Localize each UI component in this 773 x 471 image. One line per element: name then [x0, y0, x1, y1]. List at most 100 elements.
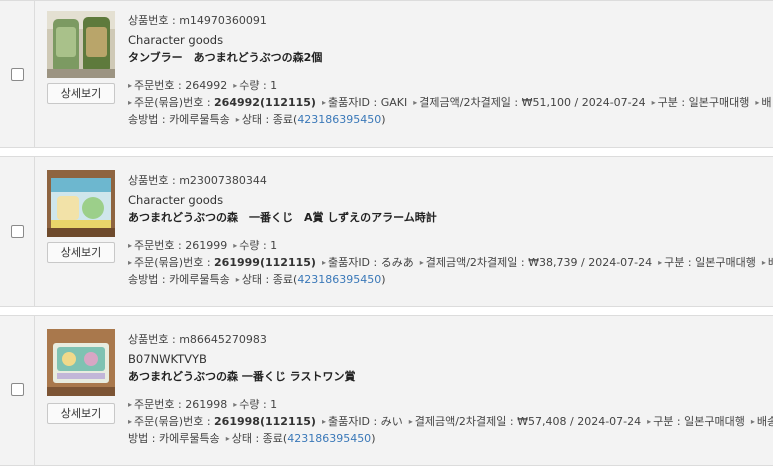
product-title[interactable]: あつまれどうぶつの森 一番くじ ラストワン賞: [128, 368, 767, 385]
checkbox-cell: [0, 157, 35, 306]
payment-amount: ₩51,100: [521, 96, 572, 109]
product-number-line: 상품번호 : m14970360091: [128, 12, 767, 29]
order-number-label: 주문번호 :: [134, 398, 186, 411]
seller-id: るみあ: [380, 256, 414, 269]
bundle-number-label: 주문(묶음)번호 :: [134, 415, 215, 428]
order-number: 261999: [185, 239, 228, 252]
separator: /: [571, 96, 582, 109]
seller-id: みい: [380, 415, 403, 428]
product-thumbnail[interactable]: [47, 11, 115, 78]
order-number: 261998: [185, 398, 228, 411]
quantity: 1: [270, 239, 278, 252]
status-label: 상태 :: [241, 113, 273, 126]
order-info: 상품번호 : m23007380344 Character goods あつまれ…: [128, 172, 773, 288]
product-number-line: 상품번호 : m86645270983: [128, 331, 767, 348]
seller-label: 출품자ID :: [327, 96, 381, 109]
paren: ): [381, 273, 386, 286]
bullet-icon: ▸: [128, 258, 133, 267]
paren: ): [381, 113, 386, 126]
order-row: 상세보기 상품번호 : m23007380344 Character goods…: [0, 156, 773, 307]
bullet-icon: ▸: [235, 275, 240, 284]
status-label: 상태 :: [231, 432, 263, 445]
bullet-icon: ▸: [321, 258, 326, 267]
payment-amount: ₩38,739: [528, 256, 578, 269]
detail-button[interactable]: 상세보기: [47, 242, 115, 263]
payment-label: 결제금액/2차결제일 :: [425, 256, 529, 269]
product-image: [47, 170, 115, 237]
checkbox-cell: [0, 316, 35, 465]
shipping-label: 송방법 :: [128, 113, 170, 126]
product-title[interactable]: あつまれどうぶつの森 一番くじ A賞 しずえのアラーム時計: [128, 209, 767, 226]
seller-id: GAKI: [380, 96, 408, 109]
order-number-line: ▸ 주문번호 : 264992 ▸ 수량 : 1: [128, 77, 767, 94]
bundle-number: 261999(112115): [214, 256, 316, 269]
bullet-icon: ▸: [408, 417, 413, 426]
quantity-label: 수량 :: [239, 79, 271, 92]
product-title[interactable]: タンブラー あつまれどうぶつの森2個: [128, 49, 767, 66]
separator: /: [566, 415, 578, 428]
bullet-icon: ▸: [128, 98, 133, 107]
bullet-icon: ▸: [750, 417, 755, 426]
shipping-method: 카에루물특송: [158, 432, 220, 445]
bullet-icon: ▸: [651, 98, 656, 107]
product-image: [47, 329, 115, 396]
shipping-label: 송방법 :: [128, 273, 170, 286]
bullet-icon: ▸: [233, 400, 238, 409]
product-number: m86645270983: [179, 333, 267, 346]
seller-label: 출품자ID :: [327, 415, 381, 428]
shipping-method: 카에루물특송: [169, 273, 230, 286]
payment-label: 결제금액/2차결제일 :: [414, 415, 518, 428]
product-thumbnail[interactable]: [47, 329, 115, 396]
order-type: 일본구매대행: [684, 415, 745, 428]
product-number-label: 상품번호 :: [128, 14, 180, 27]
payment-amount: ₩57,408: [517, 415, 567, 428]
detail-button[interactable]: 상세보기: [47, 403, 115, 424]
type-label: 구분 :: [657, 96, 689, 109]
bullet-icon: ▸: [128, 400, 133, 409]
order-number-label: 주문번호 :: [134, 239, 186, 252]
product-thumbnail[interactable]: [47, 170, 115, 237]
bullet-icon: ▸: [128, 241, 133, 250]
bullet-icon: ▸: [419, 258, 424, 267]
product-number-label: 상품번호 :: [128, 333, 180, 346]
shipping-method: 카에루물특송: [169, 113, 230, 126]
bullet-icon: ▸: [761, 258, 766, 267]
select-checkbox[interactable]: [11, 225, 24, 238]
order-info: 상품번호 : m86645270983 B07NWKTVYB あつまれどうぶつの…: [128, 331, 773, 447]
order-number: 264992: [185, 79, 228, 92]
tracking-link[interactable]: 423186395450: [297, 113, 381, 126]
bundle-number-label: 주문(묶음)번호 :: [134, 256, 215, 269]
select-checkbox[interactable]: [11, 68, 24, 81]
order-number-line: ▸ 주문번호 : 261999 ▸ 수량 : 1: [128, 237, 767, 254]
shipping-label-prefix: 배: [767, 256, 773, 269]
separator: /: [577, 256, 589, 269]
status-label: 상태 :: [241, 273, 273, 286]
select-checkbox[interactable]: [11, 383, 24, 396]
quantity: 1: [270, 398, 278, 411]
payment-date: 2024-07-24: [581, 96, 646, 109]
bullet-icon: ▸: [225, 434, 230, 443]
shipping-label-prefix: 배: [761, 96, 772, 109]
quantity-label: 수량 :: [239, 398, 271, 411]
quantity: 1: [270, 79, 278, 92]
bullet-icon: ▸: [658, 258, 663, 267]
shipping-line: 송방법 : 카에루물특송 ▸ 상태 : 종료(423186395450): [128, 271, 767, 288]
bullet-icon: ▸: [755, 98, 760, 107]
type-label: 구분 :: [653, 415, 685, 428]
tracking-link[interactable]: 423186395450: [297, 273, 381, 286]
quantity-label: 수량 :: [239, 239, 271, 252]
bundle-line: ▸ 주문(묶음)번호 : 261999(112115) ▸ 출품자ID : るみあ ▸ 결…: [128, 254, 773, 271]
detail-button[interactable]: 상세보기: [47, 83, 115, 104]
checkbox-cell: [0, 1, 35, 147]
product-number-label: 상품번호 :: [128, 174, 180, 187]
tracking-link[interactable]: 423186395450: [287, 432, 371, 445]
bundle-line: ▸ 주문(묶음)번호 : 261998(112115) ▸ 출품자ID : みい ▸ 결제…: [128, 413, 773, 430]
paren: ): [371, 432, 376, 445]
payment-date: 2024-07-24: [588, 256, 653, 269]
product-image: [47, 11, 115, 78]
bullet-icon: ▸: [413, 98, 418, 107]
bullet-icon: ▸: [128, 417, 133, 426]
shipping-line: 송방법 : 카에루물특송 ▸ 상태 : 종료(423186395450): [128, 111, 767, 128]
brand: Character goods: [128, 33, 224, 47]
bullet-icon: ▸: [233, 241, 238, 250]
